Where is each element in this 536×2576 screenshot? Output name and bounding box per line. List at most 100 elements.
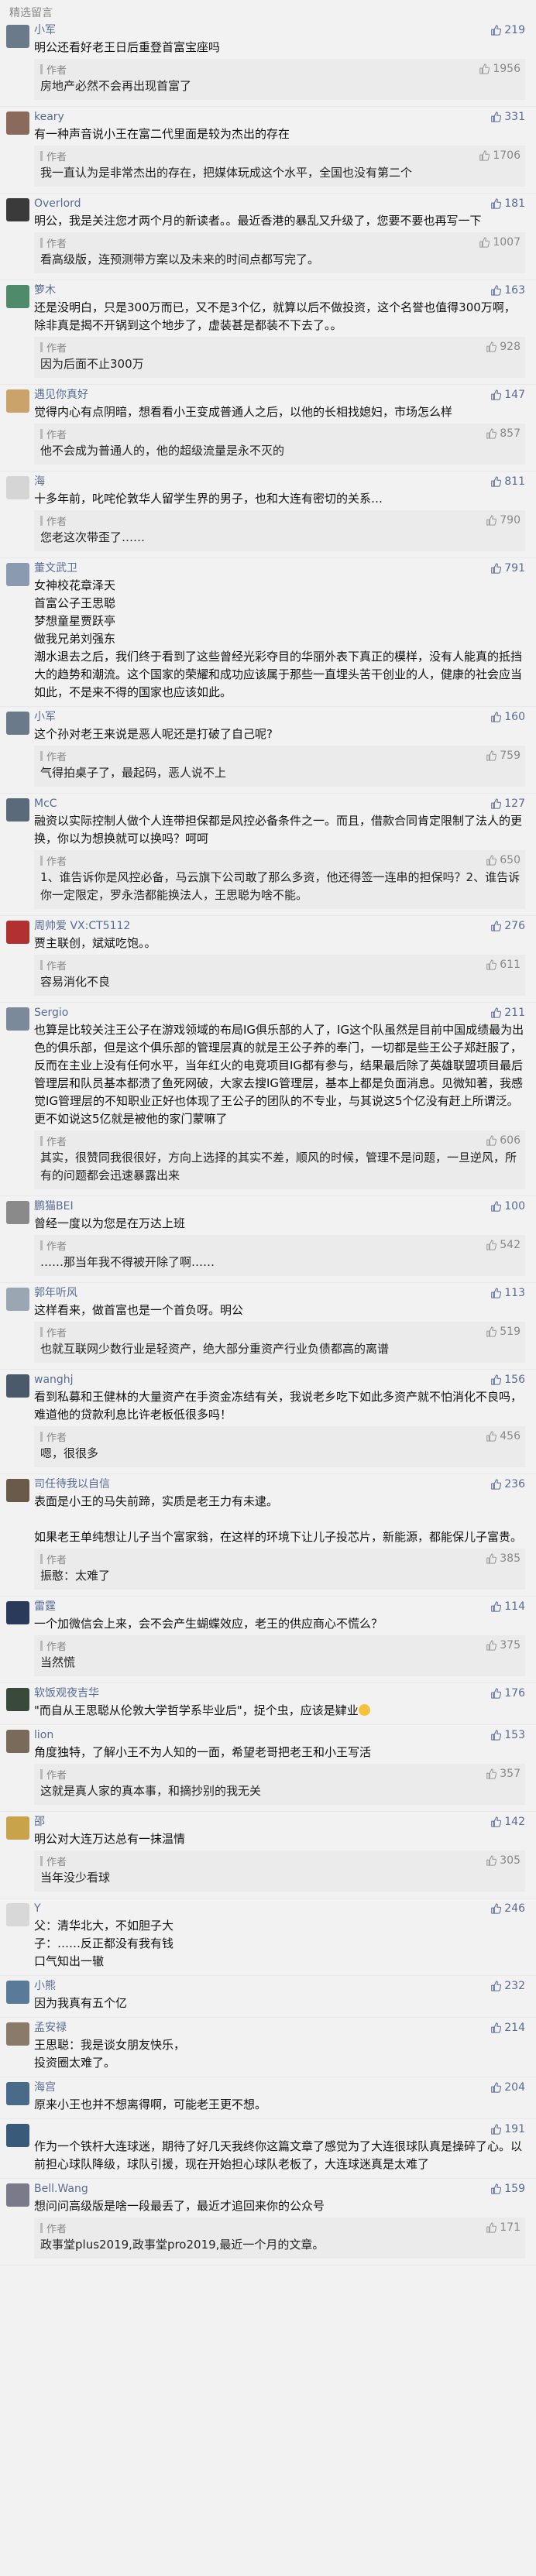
avatar[interactable]	[6, 1201, 29, 1224]
like-button[interactable]: 159	[490, 2182, 525, 2196]
commenter-name[interactable]: 海	[34, 475, 525, 489]
like-button[interactable]: 214	[490, 2021, 525, 2035]
commenter-name[interactable]: 邵	[34, 1815, 525, 1829]
avatar[interactable]	[6, 921, 29, 944]
avatar[interactable]	[6, 1903, 29, 1926]
commenter-name[interactable]: lion	[34, 1728, 525, 1742]
reply-like-button[interactable]: 375	[486, 1639, 521, 1652]
commenter-name[interactable]: McC	[34, 797, 525, 811]
commenter-name[interactable]: 软饭观夜吉华	[34, 1686, 525, 1700]
commenter-name[interactable]: 箩木	[34, 283, 525, 297]
reply-like-button[interactable]: 928	[486, 341, 521, 353]
reply-like-button[interactable]: 305	[486, 1854, 521, 1867]
like-button[interactable]: 211	[490, 1006, 525, 1020]
commenter-name[interactable]: 郭年听风	[34, 1286, 525, 1300]
reply-like-button[interactable]: 759	[486, 749, 521, 762]
like-button[interactable]: 113	[490, 1286, 525, 1300]
reply-like-button[interactable]: 171	[486, 2221, 521, 2234]
commenter-name[interactable]: 小军	[34, 710, 525, 724]
like-button[interactable]: 127	[490, 797, 525, 811]
avatar[interactable]	[6, 476, 29, 499]
like-button[interactable]: 147	[490, 388, 525, 402]
commenter-name[interactable]: Overlord	[34, 197, 525, 211]
reply-like-button[interactable]: 542	[486, 1239, 521, 1251]
like-button[interactable]: 219	[490, 23, 525, 37]
commenter-name[interactable]	[34, 2122, 525, 2136]
avatar[interactable]	[6, 389, 29, 413]
like-button[interactable]: 156	[490, 1373, 525, 1387]
like-button[interactable]: 163	[490, 283, 525, 297]
like-button[interactable]: 100	[490, 1199, 525, 1213]
like-button[interactable]: 204	[490, 2080, 525, 2094]
like-button[interactable]: 181	[490, 197, 525, 211]
commenter-name[interactable]: 海宫	[34, 2080, 525, 2094]
like-button[interactable]: 176	[490, 1686, 525, 1700]
avatar[interactable]	[6, 1479, 29, 1502]
avatar[interactable]	[6, 1730, 29, 1753]
like-button[interactable]: 811	[490, 475, 525, 489]
like-button[interactable]: 160	[490, 710, 525, 724]
commenter-name[interactable]: 司任待我以自信	[34, 1477, 525, 1491]
commenter-name[interactable]: 遇见你真好	[34, 388, 525, 402]
like-button[interactable]: 191	[490, 2122, 525, 2136]
avatar[interactable]	[6, 2082, 29, 2105]
commenter-name[interactable]: 孟安禄	[34, 2021, 525, 2035]
thumbs-up-icon	[486, 1240, 497, 1250]
author-reply-header: 作者 650	[40, 853, 521, 868]
avatar[interactable]	[6, 798, 29, 822]
commenter-name[interactable]: Y	[34, 1902, 525, 1916]
avatar[interactable]	[6, 2124, 29, 2147]
avatar[interactable]	[6, 2022, 29, 2046]
avatar[interactable]	[6, 1981, 29, 2004]
avatar[interactable]	[6, 1816, 29, 1840]
avatar[interactable]	[6, 1374, 29, 1398]
commenter-name[interactable]: wanghj	[34, 1373, 525, 1387]
comment-text-content: 原来小王也并不想离得啊，可能老王更不想。	[34, 2098, 267, 2111]
reply-like-button[interactable]: 385	[486, 1552, 521, 1565]
reply-like-button[interactable]: 650	[486, 854, 521, 866]
avatar[interactable]	[6, 1288, 29, 1311]
reply-like-button[interactable]: 456	[486, 1430, 521, 1442]
commenter-name[interactable]: 小熊	[34, 1979, 525, 1993]
avatar[interactable]	[6, 1688, 29, 1711]
reply-like-button[interactable]: 606	[486, 1134, 521, 1147]
commenter-name[interactable]: 鹏猫BEI	[34, 1199, 525, 1213]
avatar[interactable]	[6, 2183, 29, 2207]
reply-like-button[interactable]: 1956	[479, 63, 521, 75]
author-reply-header: 作者 857	[40, 427, 521, 441]
avatar[interactable]	[6, 563, 29, 586]
like-button[interactable]: 142	[490, 1815, 525, 1829]
avatar[interactable]	[6, 111, 29, 135]
commenter-name[interactable]: keary	[34, 110, 525, 124]
like-button[interactable]: 331	[490, 110, 525, 124]
commenter-name[interactable]: 周帅爱 VX:CT5112	[34, 919, 525, 933]
like-button[interactable]: 236	[490, 1477, 525, 1491]
like-button[interactable]: 114	[490, 1600, 525, 1614]
reply-like-button[interactable]: 1706	[479, 149, 521, 162]
reply-like-button[interactable]: 1007	[479, 236, 521, 249]
reply-like-button[interactable]: 519	[486, 1326, 521, 1338]
commenter-name[interactable]: 董文武卫	[34, 561, 525, 575]
like-button[interactable]: 791	[490, 561, 525, 575]
reply-like-button[interactable]: 611	[486, 959, 521, 971]
commenter-name[interactable]: Bell.Wang	[34, 2182, 525, 2196]
reply-like-button[interactable]: 857	[486, 427, 521, 440]
avatar[interactable]	[6, 712, 29, 735]
avatar[interactable]	[6, 25, 29, 48]
avatar[interactable]	[6, 198, 29, 221]
comment-text: 曾经一度以为您是在万达上班	[34, 1215, 525, 1233]
commenter-name[interactable]: Sergio	[34, 1006, 525, 1020]
reply-like-button[interactable]: 790	[486, 514, 521, 527]
avatar[interactable]	[6, 1007, 29, 1031]
like-button[interactable]: 232	[490, 1979, 525, 1993]
like-button[interactable]: 246	[490, 1902, 525, 1916]
commenter-name[interactable]: 雷霆	[34, 1600, 525, 1614]
avatar[interactable]	[6, 1601, 29, 1624]
like-button[interactable]: 153	[490, 1728, 525, 1742]
commenter-name[interactable]: 小军	[34, 23, 525, 37]
reply-like-count: 857	[500, 427, 521, 440]
author-label: 作者	[46, 2223, 67, 2235]
reply-like-button[interactable]: 357	[486, 1768, 521, 1780]
avatar[interactable]	[6, 285, 29, 308]
like-button[interactable]: 276	[490, 919, 525, 933]
